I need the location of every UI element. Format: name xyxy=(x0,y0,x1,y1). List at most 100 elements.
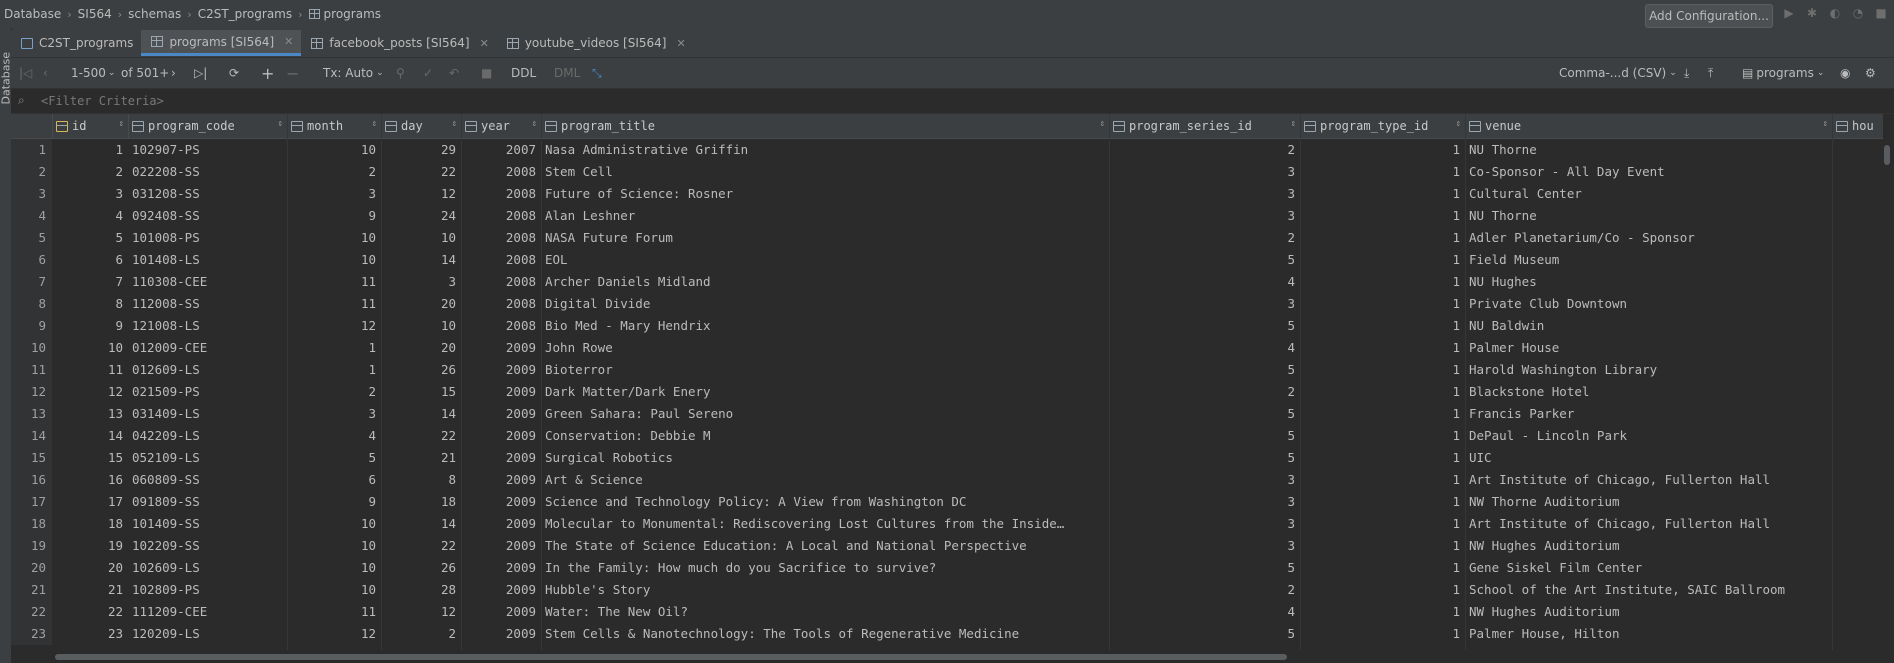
cell-code[interactable]: 031409-LS xyxy=(128,403,287,425)
cell-venue[interactable]: School of the Art Institute, SAIC Ballro… xyxy=(1465,579,1832,601)
cell-month[interactable]: 11 xyxy=(287,601,381,623)
column-header-program-title[interactable]: program_title ⇕ xyxy=(541,114,1109,138)
cell-title[interactable]: In the Family: How much do you Sacrifice… xyxy=(541,557,1109,579)
sort-icon[interactable]: ⇕ xyxy=(452,119,457,129)
tab-youtube-videos[interactable]: youtube_videos [SI564] ✕ xyxy=(497,30,694,56)
cell-title[interactable]: Science and Technology Policy: A View fr… xyxy=(541,491,1109,513)
cell-month[interactable]: 10 xyxy=(287,513,381,535)
cell-title[interactable]: Hubble's Story xyxy=(541,579,1109,601)
cell-series[interactable]: 5 xyxy=(1109,359,1300,381)
breadcrumb-schema[interactable]: C2ST_programs xyxy=(198,7,292,21)
cell-year[interactable]: 2009 xyxy=(461,513,541,535)
row-number[interactable]: 4 xyxy=(11,205,52,227)
cell-series[interactable]: 3 xyxy=(1109,469,1300,491)
cell-month[interactable]: 11 xyxy=(287,271,381,293)
cell-id[interactable]: 6 xyxy=(52,249,128,271)
cell-type[interactable]: 1 xyxy=(1300,183,1465,205)
ddl-button[interactable]: DDL xyxy=(511,64,536,82)
cell-venue[interactable]: NU Baldwin xyxy=(1465,315,1832,337)
cell-series[interactable]: 5 xyxy=(1109,425,1300,447)
cell-year[interactable]: 2009 xyxy=(461,601,541,623)
cell-month[interactable]: 9 xyxy=(287,491,381,513)
table-row[interactable]: 22 22 111209-CEE 11 12 2009 Water: The New Oil… xyxy=(11,601,1883,623)
cell-year[interactable]: 2008 xyxy=(461,271,541,293)
cell-id[interactable]: 22 xyxy=(52,601,128,623)
cell-title[interactable]: Stem Cell xyxy=(541,161,1109,183)
cell-series[interactable]: 2 xyxy=(1109,579,1300,601)
cell-venue[interactable]: Gene Siskel Film Center xyxy=(1465,557,1832,579)
cell-title[interactable]: The State of Science Education: A Local … xyxy=(541,535,1109,557)
cell-title[interactable]: Bioterror xyxy=(541,359,1109,381)
column-header-program-type-id[interactable]: program_type_id ⇕ xyxy=(1300,114,1465,138)
row-number[interactable]: 1 xyxy=(11,139,52,161)
cell-series[interactable]: 3 xyxy=(1109,205,1300,227)
table-row[interactable]: 6 6 101408-LS 10 14 2008 EOL 5 1 Field Museum xyxy=(11,249,1883,271)
column-header-program-series-id[interactable]: program_series_id ⇕ xyxy=(1109,114,1300,138)
cell-code[interactable]: 022208-SS xyxy=(128,161,287,183)
cell-title[interactable]: NASA Future Forum xyxy=(541,227,1109,249)
table-row[interactable]: 20 20 102609-LS 10 26 2009 In the Family: How … xyxy=(11,557,1883,579)
cell-year[interactable]: 2009 xyxy=(461,491,541,513)
row-number[interactable]: 16 xyxy=(11,469,52,491)
cell-type[interactable]: 1 xyxy=(1300,491,1465,513)
horizontal-scrollbar[interactable] xyxy=(11,650,1883,663)
cell-year[interactable]: 2009 xyxy=(461,535,541,557)
column-header-day[interactable]: day ⇕ xyxy=(381,114,461,138)
sort-icon[interactable]: ⇕ xyxy=(372,119,377,129)
cell-day[interactable]: 3 xyxy=(381,271,461,293)
cell-id[interactable]: 12 xyxy=(52,381,128,403)
cell-title[interactable]: Bio Med - Mary Hendrix xyxy=(541,315,1109,337)
export-format-dropdown[interactable]: Comma-...d (CSV) ⌄ xyxy=(1559,64,1677,82)
cell-type[interactable]: 1 xyxy=(1300,447,1465,469)
column-header-venue[interactable]: venue ⇕ xyxy=(1465,114,1832,138)
cell-venue[interactable]: NU Hughes xyxy=(1465,271,1832,293)
cell-code[interactable]: 012609-LS xyxy=(128,359,287,381)
vertical-scrollbar[interactable] xyxy=(1883,143,1891,663)
cell-month[interactable]: 4 xyxy=(287,425,381,447)
breadcrumb-database[interactable]: Database xyxy=(4,7,61,21)
cell-id[interactable]: 23 xyxy=(52,623,128,645)
cell-title[interactable]: Conservation: Debbie M xyxy=(541,425,1109,447)
sort-icon[interactable]: ⇕ xyxy=(119,119,124,129)
row-number[interactable]: 6 xyxy=(11,249,52,271)
cell-day[interactable]: 14 xyxy=(381,249,461,271)
cell-title[interactable]: Nasa Administrative Griffin xyxy=(541,139,1109,161)
page-size-dropdown[interactable]: 1-500 ⌄ xyxy=(71,64,115,82)
cell-year[interactable]: 2009 xyxy=(461,337,541,359)
cell-day[interactable]: 28 xyxy=(381,579,461,601)
cell-month[interactable]: 10 xyxy=(287,139,381,161)
table-row[interactable]: 1 1 102907-PS 10 29 2007 Nasa Administrative G… xyxy=(11,139,1883,161)
cell-venue[interactable]: NW Hughes Auditorium xyxy=(1465,601,1832,623)
row-number[interactable]: 2 xyxy=(11,161,52,183)
cell-id[interactable]: 17 xyxy=(52,491,128,513)
cell-type[interactable]: 1 xyxy=(1300,205,1465,227)
cell-series[interactable]: 3 xyxy=(1109,183,1300,205)
cell-id[interactable]: 8 xyxy=(52,293,128,315)
cell-id[interactable]: 10 xyxy=(52,337,128,359)
dml-button[interactable]: DML xyxy=(554,64,580,82)
cell-month[interactable]: 10 xyxy=(287,249,381,271)
cell-title[interactable]: Green Sahara: Paul Sereno xyxy=(541,403,1109,425)
tab-facebook-posts[interactable]: facebook_posts [SI564] ✕ xyxy=(301,30,496,56)
cell-day[interactable]: 24 xyxy=(381,205,461,227)
cell-series[interactable]: 5 xyxy=(1109,447,1300,469)
cell-year[interactable]: 2009 xyxy=(461,447,541,469)
column-header-program-code[interactable]: program_code ⇕ xyxy=(128,114,287,138)
cell-venue[interactable]: Francis Parker xyxy=(1465,403,1832,425)
cell-title[interactable]: Surgical Robotics xyxy=(541,447,1109,469)
cell-month[interactable]: 3 xyxy=(287,183,381,205)
tab-c2st-programs[interactable]: C2ST_programs xyxy=(11,30,141,56)
cell-id[interactable]: 4 xyxy=(52,205,128,227)
cell-venue[interactable]: Blackstone Hotel xyxy=(1465,381,1832,403)
cell-type[interactable]: 1 xyxy=(1300,425,1465,447)
table-row[interactable]: 10 10 012009-CEE 1 20 2009 John Rowe 4 1 Palmer H… xyxy=(11,337,1883,359)
cell-series[interactable]: 5 xyxy=(1109,623,1300,645)
cell-day[interactable]: 22 xyxy=(381,535,461,557)
table-row[interactable]: 23 23 120209-LS 12 2 2009 Stem Cells & Nanotec… xyxy=(11,623,1883,645)
cell-year[interactable]: 2008 xyxy=(461,315,541,337)
cell-title[interactable]: Art & Science xyxy=(541,469,1109,491)
table-row[interactable]: 14 14 042209-LS 4 22 2009 Conservation: Debbie… xyxy=(11,425,1883,447)
cell-code[interactable]: 112008-SS xyxy=(128,293,287,315)
next-page-icon[interactable]: › xyxy=(171,64,176,82)
row-number[interactable]: 13 xyxy=(11,403,52,425)
